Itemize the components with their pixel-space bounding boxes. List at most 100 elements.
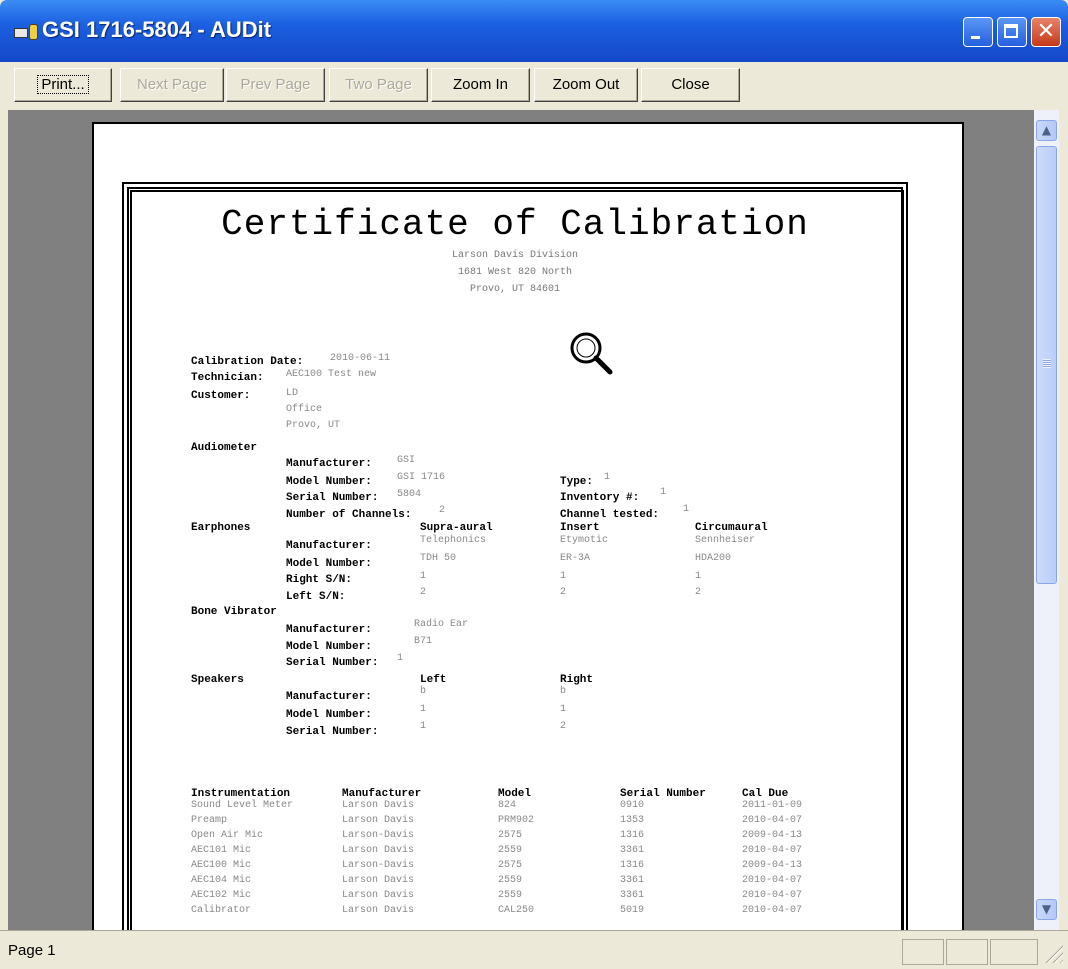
bone-manufacturer-value: Radio Ear [414, 619, 469, 630]
table-cell: 2575 [498, 860, 523, 871]
status-panel [990, 939, 1038, 965]
certificate-document: Certificate of Calibration Larson Davis … [0, 0, 1034, 930]
table-cell: AEC102 Mic [191, 890, 252, 901]
channel-tested-value: 1 [683, 504, 690, 515]
bone-vibrator-heading: Bone Vibrator [191, 606, 277, 618]
table-cell: 2010-04-07 [742, 845, 803, 856]
table-cell: 2011-01-09 [742, 800, 803, 811]
earphones-heading: Earphones [191, 522, 251, 534]
scroll-thumb[interactable] [1036, 146, 1057, 584]
magnifier-icon[interactable] [568, 330, 616, 378]
earphone-manufacturer: Etymotic [560, 535, 609, 546]
earphone-manufacturer: Sennheiser [695, 535, 756, 546]
org-street: 1681 West 820 North [457, 267, 573, 278]
table-cell: 2010-04-07 [742, 815, 803, 826]
speaker-serial: 1 [420, 721, 427, 732]
certificate-title: Certificate of Calibration [221, 204, 809, 245]
status-panel [946, 939, 988, 965]
instrumentation-header: Serial Number [620, 788, 706, 800]
table-cell: Larson Davis [342, 905, 415, 916]
speaker-serial: 2 [560, 721, 567, 732]
table-cell: 1316 [620, 860, 645, 871]
earphone-left-sn: 2 [695, 587, 702, 598]
speaker-model: 1 [420, 704, 427, 715]
inventory-label: Inventory #: [560, 492, 640, 504]
table-cell: 1316 [620, 830, 645, 841]
table-cell: 1353 [620, 815, 645, 826]
speaker-manufacturer-label: Manufacturer: [286, 691, 372, 703]
calibration-date-value: 2010-06-11 [330, 353, 391, 364]
inventory-value: 1 [660, 487, 667, 498]
earphone-right-label: Right S/N: [286, 574, 353, 586]
table-cell: 2559 [498, 875, 523, 886]
table-cell: 3361 [620, 875, 645, 886]
technician-value: AEC100 Test new [286, 369, 377, 380]
table-cell: Larson Davis [342, 815, 415, 826]
status-page: Page 1 [8, 942, 56, 959]
speaker-serial-label: Serial Number: [286, 726, 379, 738]
table-cell: PRM902 [498, 815, 535, 826]
instrumentation-header: Model [498, 788, 532, 800]
table-cell: Larson Davis [342, 875, 415, 886]
channels-value: 2 [439, 505, 446, 516]
earphone-right-sn: 1 [420, 571, 427, 582]
earphone-model: HDA200 [695, 553, 732, 564]
table-cell: Calibrator [191, 905, 252, 916]
customer-line: Provo, UT [286, 420, 341, 431]
bone-manufacturer-label: Manufacturer: [286, 624, 372, 636]
customer-line: Office [286, 404, 323, 415]
calibration-date-label: Calibration Date: [191, 356, 304, 368]
table-cell: 2010-04-07 [742, 890, 803, 901]
table-cell: Larson-Davis [342, 830, 415, 841]
table-cell: 2559 [498, 890, 523, 901]
instrumentation-header: Manufacturer [342, 788, 422, 800]
instrumentation-header: Instrumentation [191, 788, 291, 800]
table-cell: 3361 [620, 845, 645, 856]
audiometer-serial-label: Serial Number: [286, 492, 379, 504]
vertical-scrollbar[interactable]: ▲ ▼ [1034, 110, 1059, 930]
audiometer-model-label: Model Number: [286, 476, 372, 488]
table-cell: Larson Davis [342, 800, 415, 811]
speaker-manufacturer: b [420, 686, 427, 697]
table-cell: Larson-Davis [342, 860, 415, 871]
table-cell: Sound Level Meter [191, 800, 294, 811]
speaker-manufacturer: b [560, 686, 567, 697]
earphone-model: ER-3A [560, 553, 591, 564]
audiometer-heading: Audiometer [191, 442, 258, 454]
earphone-left-sn: 2 [420, 587, 427, 598]
scroll-up-button[interactable]: ▲ [1036, 120, 1057, 141]
bone-model-label: Model Number: [286, 641, 372, 653]
audiometer-model-value: GSI 1716 [397, 472, 446, 483]
bone-serial-label: Serial Number: [286, 657, 379, 669]
bone-serial-value: 1 [397, 653, 404, 664]
resize-grip[interactable] [1045, 945, 1063, 963]
table-cell: 2009-04-13 [742, 830, 803, 841]
type-value: 1 [604, 472, 611, 483]
speaker-model-label: Model Number: [286, 709, 372, 721]
status-bar: Page 1 [0, 930, 1068, 969]
table-cell: CAL250 [498, 905, 535, 916]
instrumentation-header: Cal Due [742, 788, 789, 800]
table-cell: 2010-04-07 [742, 875, 803, 886]
speaker-col-header: Left [420, 674, 447, 686]
earphone-left-sn: 2 [560, 587, 567, 598]
table-cell: Larson Davis [342, 890, 415, 901]
close-icon: ✕ [1036, 19, 1056, 44]
bone-model-value: B71 [414, 636, 433, 647]
table-cell: Open Air Mic [191, 830, 264, 841]
earphone-col-header: Insert [560, 522, 600, 534]
table-cell: Preamp [191, 815, 228, 826]
scroll-down-button[interactable]: ▼ [1036, 899, 1057, 920]
table-cell: 5019 [620, 905, 645, 916]
table-cell: 824 [498, 800, 517, 811]
earphone-left-label: Left S/N: [286, 591, 346, 603]
table-cell: AEC101 Mic [191, 845, 252, 856]
org-name: Larson Davis Division [451, 250, 579, 261]
audiometer-serial-value: 5804 [397, 489, 422, 500]
close-window-button[interactable]: ✕ [1031, 17, 1061, 47]
earphone-manufacturer-label: Manufacturer: [286, 540, 372, 552]
audiometer-manufacturer-value: GSI [397, 455, 416, 466]
table-cell: 2575 [498, 830, 523, 841]
table-cell: 3361 [620, 890, 645, 901]
speaker-col-header: Right [560, 674, 594, 686]
